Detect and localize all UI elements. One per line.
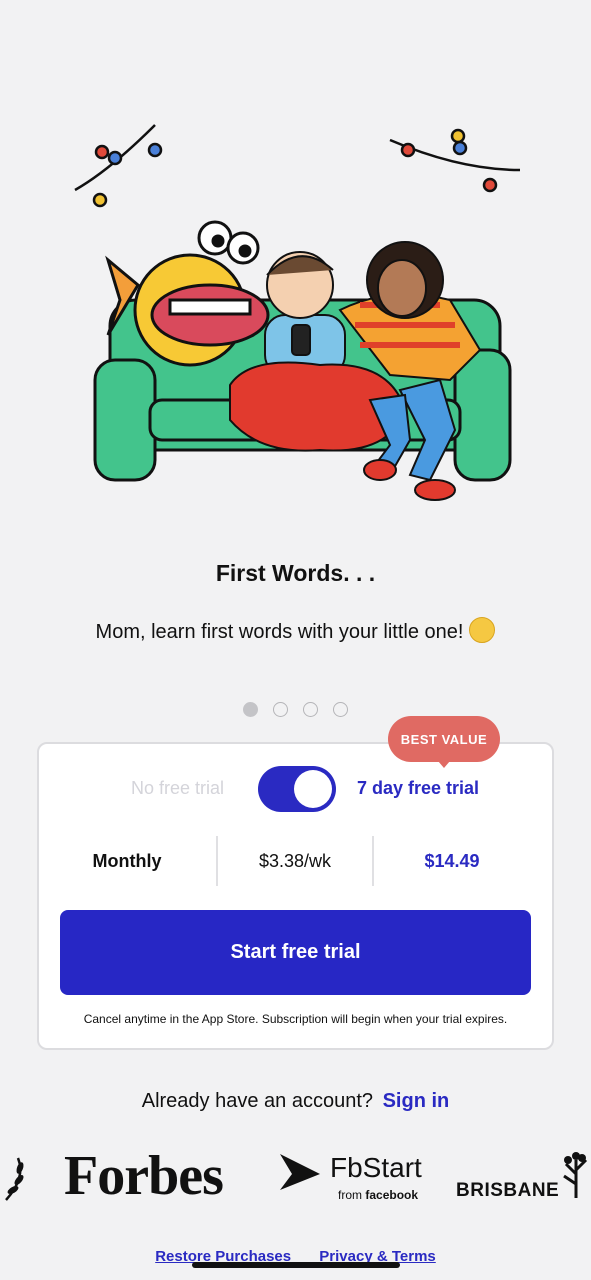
weekly-price: $3.38/wk xyxy=(258,850,332,871)
family-couch-illustration xyxy=(74,124,521,501)
total-price: $14.49 xyxy=(424,850,480,871)
brisbane-logo: BRISBANE xyxy=(456,1180,560,1201)
fbstart-arrow-icon xyxy=(280,1154,320,1190)
free-trial-toggle[interactable] xyxy=(258,766,336,812)
laurel-award-icon xyxy=(5,1157,24,1201)
string-lights-left xyxy=(74,124,163,208)
best-value-badge: BEST VALUE xyxy=(388,716,500,768)
subtitle-text: Mom, learn first words with your little … xyxy=(95,621,464,643)
pager-dot-3[interactable] xyxy=(303,702,318,717)
string-lights-right xyxy=(389,128,521,193)
fbstart-logo: FbStart xyxy=(330,1152,422,1183)
forbes-logo: Forbes xyxy=(64,1145,224,1207)
cancellation-fine-print: Cancel anytime in the App Store. Subscri… xyxy=(83,1012,508,1026)
pager-dot-2[interactable] xyxy=(273,702,288,717)
toggle-knob xyxy=(294,770,332,808)
tree-icon xyxy=(563,1152,588,1198)
home-indicator[interactable] xyxy=(192,1262,400,1268)
pager-dot-1[interactable] xyxy=(243,702,258,717)
page-title: First Words. . . xyxy=(215,560,376,586)
page-subtitle: Mom, learn first words with your little … xyxy=(0,617,591,644)
smiley-emoji-icon xyxy=(469,617,496,643)
no-free-trial-label[interactable]: No free trial xyxy=(131,778,224,799)
account-prompt-text: Already have an account? xyxy=(141,1090,374,1112)
pager-dot-4[interactable] xyxy=(333,702,348,717)
onboarding-screen: First Words. . . Mom, learn first words … xyxy=(0,0,591,1280)
trial-toggle-row: No free trial 7 day free trial xyxy=(37,764,554,814)
start-free-trial-button[interactable]: Start free trial xyxy=(60,910,531,995)
price-row: Monthly $3.38/wk $14.49 xyxy=(37,836,554,886)
pager-dots xyxy=(0,702,591,717)
press-logos: Forbes FbStart from facebook BRISBANE xyxy=(0,1140,591,1220)
account-prompt: Already have an account? Sign in xyxy=(0,1090,591,1113)
free-trial-label[interactable]: 7 day free trial xyxy=(357,778,479,799)
sign-in-link[interactable]: Sign in xyxy=(383,1090,450,1112)
fbstart-brand: facebook xyxy=(365,1188,419,1202)
fbstart-from: from xyxy=(338,1188,362,1202)
fbstart-subtitle: from facebook xyxy=(338,1188,418,1202)
plan-period: Monthly xyxy=(92,850,162,871)
